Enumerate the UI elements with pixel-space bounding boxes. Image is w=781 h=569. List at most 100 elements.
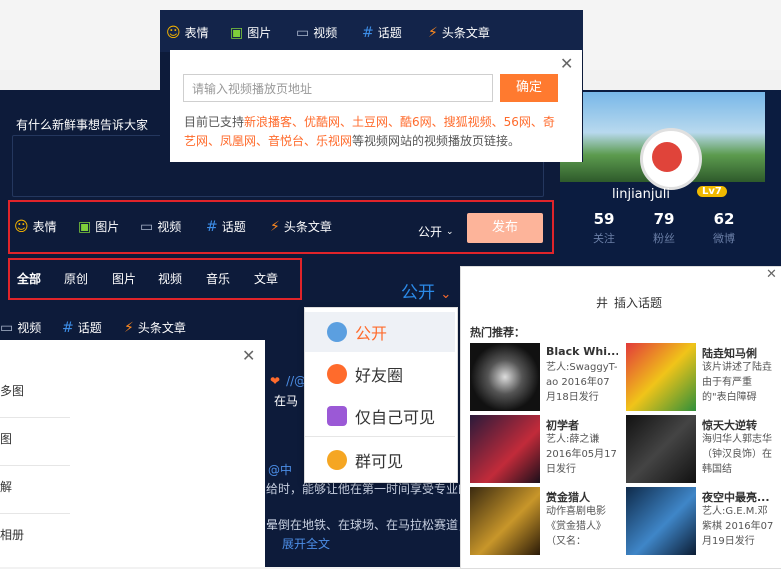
close-icon[interactable]: ✕ [560, 54, 573, 73]
image-icon: ▣ [230, 24, 244, 41]
visibility-dropdown-trigger[interactable]: 公开 ⌄ [401, 278, 451, 303]
option-3[interactable]: 解 [0, 478, 70, 514]
video-icon: ▭ [0, 319, 14, 336]
tab-music[interactable]: 音乐 [206, 270, 230, 287]
card-desc: 动作喜剧电影《赏金猎人》（又名： [546, 506, 606, 547]
article-label: 头条文章 [283, 220, 332, 234]
topic-card[interactable]: 赏金猎人 动作喜剧电影《赏金猎人》（又名： [470, 487, 620, 555]
option-label: 仅自己可见 [355, 408, 436, 427]
card-title: 赏金猎人 [546, 491, 590, 504]
topic-card[interactable]: 惊天大逆转 海归华人郭志华（钟汉良饰）在韩国结 [626, 415, 776, 483]
tab-articles[interactable]: 文章 [254, 270, 278, 287]
topic-card[interactable]: 初学者 艺人:薛之谦 2016年05月17日发行 [470, 415, 620, 483]
card-title: Black Whi... [546, 345, 618, 358]
popup-topic-button[interactable]: # 话题 [362, 24, 402, 41]
hash-icon: # [362, 24, 374, 41]
thumbnail [470, 415, 540, 483]
avatar-image [652, 142, 682, 172]
tab-videos[interactable]: 视频 [158, 270, 182, 287]
compose-prompt: 有什么新鲜事想告诉大家 [16, 118, 149, 132]
chevron-down-icon: ⌄ [440, 287, 452, 302]
lower-topic-button[interactable]: # 话题 [62, 319, 102, 336]
lightning-icon: ⚡ [428, 24, 438, 41]
stat-following-count[interactable]: 59 [579, 210, 629, 228]
chevron-down-icon: ⌄ [446, 226, 454, 237]
stat-followers-count[interactable]: 79 [639, 210, 689, 228]
close-icon[interactable]: ✕ [242, 346, 255, 365]
emoji-label: 表情 [32, 220, 57, 234]
expand-full-text-link[interactable]: 展开全文 [282, 535, 330, 552]
visibility-option-private[interactable]: 仅自己可见 [305, 396, 455, 436]
article-button[interactable]: ⚡ 头条文章 [270, 218, 332, 235]
topic-label: 话题 [221, 220, 246, 234]
heart-icon [327, 364, 347, 384]
popup-topic-label: 话题 [377, 26, 402, 40]
smiley-icon: ☺ [166, 24, 181, 41]
image-button[interactable]: ▣ 图片 [78, 218, 119, 235]
smiley-icon: ☺ [14, 218, 29, 235]
divider [305, 436, 455, 437]
close-icon[interactable]: ✕ [766, 267, 777, 282]
video-button[interactable]: ▭ 视频 [140, 218, 181, 235]
visibility-label: 公开 [418, 225, 443, 239]
tab-images[interactable]: 图片 [112, 270, 136, 287]
popup-image-button[interactable]: ▣ 图片 [230, 24, 271, 41]
visibility-selector[interactable]: 公开 ⌄ [418, 223, 454, 240]
option-label: 公开 [355, 324, 388, 343]
supported-sites-note: 目前已支持新浪播客、优酷网、土豆网、酷6网、搜狐视频、56网、奇艺网、凤凰网、音… [184, 113, 564, 151]
video-icon: ▭ [140, 218, 154, 235]
topic-card[interactable]: Black Whi... 艺人:SwaggyT-ao 2016年07月18日发行 [470, 343, 620, 411]
card-title: 初学者 [546, 419, 579, 432]
topic-card[interactable]: 陆垚知马俐 该片讲述了陆垚由于有严重的"表白障碍 [626, 343, 776, 411]
topic-card[interactable]: 夜空中最亮... 艺人:G.E.M.邓紫棋 2016年07月19日发行 [626, 487, 776, 555]
popup-video-button[interactable]: ▭ 视频 [296, 24, 337, 41]
level-badge: Lv7 [697, 186, 727, 197]
topic-button[interactable]: # 话题 [206, 218, 246, 235]
card-title: 陆垚知马俐 [702, 347, 757, 360]
popup-image-label: 图片 [247, 26, 272, 40]
stat-posts-count[interactable]: 62 [699, 210, 749, 228]
option-image[interactable]: 图 [0, 430, 70, 466]
option-label: 群可见 [355, 452, 404, 471]
option-album[interactable]: 相册 [0, 526, 70, 561]
globe-icon [327, 322, 347, 342]
popup-emoji-label: 表情 [184, 26, 209, 40]
confirm-button[interactable]: 确定 [500, 74, 558, 102]
option-multi-image[interactable]: 多图 [0, 382, 70, 418]
image-icon: ▣ [78, 218, 92, 235]
feed-mention-2[interactable]: @中 [268, 461, 292, 478]
hash-icon: # [206, 218, 218, 235]
stat-followers-label: 粉丝 [653, 232, 675, 245]
lower-video-label: 视频 [17, 321, 42, 335]
lightning-icon: ⚡ [124, 319, 134, 336]
note-suffix: 等视频网站的视频播放页链接。 [352, 134, 521, 148]
card-desc: 艺人:G.E.M.邓紫棋 2016年07月19日发行 [702, 506, 774, 547]
video-url-input[interactable]: 请输入视频播放页地址 [183, 74, 493, 102]
popup-video-label: 视频 [313, 26, 338, 40]
lower-video-button[interactable]: ▭ 视频 [0, 319, 41, 336]
tab-all[interactable]: 全部 [17, 270, 41, 287]
tab-original[interactable]: 原创 [64, 270, 88, 287]
card-title: 惊天大逆转 [702, 419, 757, 432]
hash-icon: # [62, 319, 74, 336]
popup-emoji-button[interactable]: ☺ 表情 [166, 24, 209, 41]
video-label: 视频 [157, 220, 182, 234]
feed-text-2: 在马 [274, 394, 299, 408]
feed-mention[interactable]: ❤//@ [270, 374, 306, 388]
username[interactable]: linjianjuli [612, 187, 670, 202]
visibility-big-label: 公开 [401, 283, 435, 303]
lightning-icon: ⚡ [270, 218, 280, 235]
card-desc: 海归华人郭志华（钟汉良饰）在韩国结 [702, 434, 772, 475]
visibility-option-group[interactable]: 群可见 [305, 440, 455, 480]
thumbnail [626, 343, 696, 411]
hot-recommend-label: 热门推荐： [470, 326, 525, 339]
lock-icon [327, 406, 347, 426]
image-options-panel: ✕ 多图 图 解 相册 [0, 340, 265, 567]
popup-article-button[interactable]: ⚡ 头条文章 [428, 24, 490, 41]
visibility-option-friends[interactable]: 好友圈 [305, 354, 455, 394]
publish-button[interactable]: 发布 [467, 213, 543, 243]
thumbnail [626, 415, 696, 483]
visibility-option-public[interactable]: 公开 [305, 312, 455, 352]
emoji-button[interactable]: ☺ 表情 [14, 218, 57, 235]
lower-article-button[interactable]: ⚡ 头条文章 [124, 319, 186, 336]
